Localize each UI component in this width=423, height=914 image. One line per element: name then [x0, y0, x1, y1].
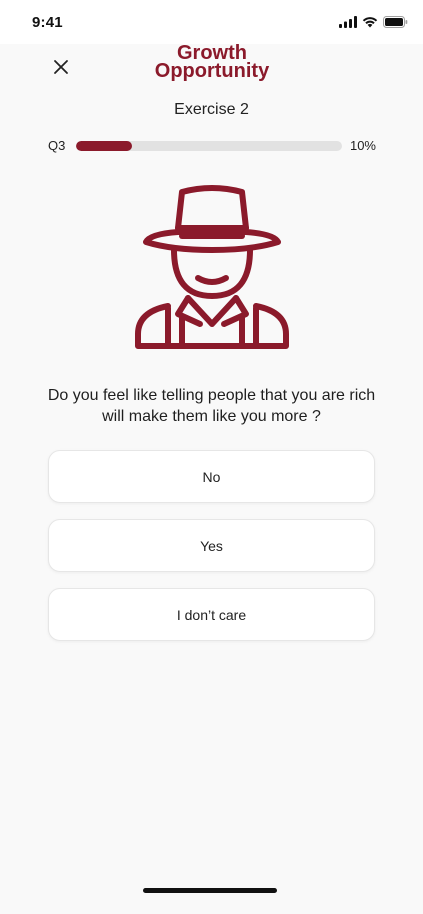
- progress-percent-label: 10%: [349, 138, 376, 153]
- farmer-avatar-icon: [132, 184, 292, 350]
- answer-option-yes[interactable]: Yes: [48, 519, 375, 572]
- home-indicator[interactable]: [143, 888, 277, 893]
- app-title-line2: Opportunity: [154, 60, 270, 82]
- question-text: Do you feel like telling people that you…: [47, 387, 376, 425]
- status-icons: [339, 15, 408, 29]
- wifi-icon: [362, 17, 378, 28]
- status-time: 9:41: [32, 14, 63, 31]
- exercise-title: Exercise 2: [174, 101, 249, 118]
- progress-row: Q3 10%: [48, 138, 378, 154]
- close-icon: [54, 60, 68, 74]
- close-button[interactable]: [48, 54, 74, 80]
- progress-bar: [76, 141, 342, 151]
- progress-bar-fill: [76, 141, 132, 151]
- answer-option-no[interactable]: No: [48, 450, 375, 503]
- status-bar: 9:41: [0, 0, 423, 44]
- app-title: Growth Opportunity: [112, 43, 312, 82]
- question-number-label: Q3: [48, 138, 66, 153]
- signal-icon: [339, 16, 357, 28]
- answer-option-dont-care[interactable]: I don’t care: [48, 588, 375, 641]
- battery-icon: [383, 16, 408, 28]
